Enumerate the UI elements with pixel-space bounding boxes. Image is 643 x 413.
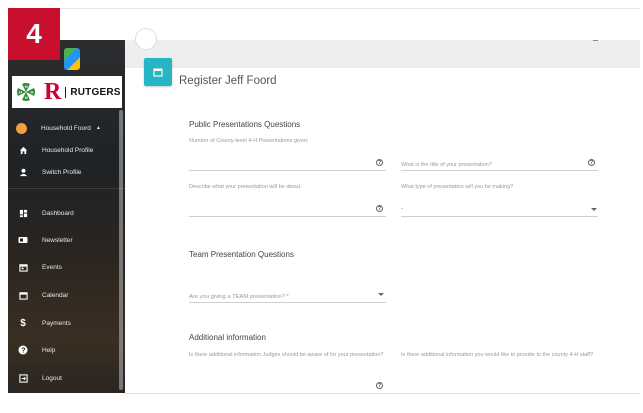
sidebar-item-payments[interactable]: $ Payments xyxy=(8,314,125,332)
sidebar-item-logout[interactable]: Logout xyxy=(8,369,125,387)
clover-icon: HH HH xyxy=(17,83,35,101)
dashboard-icon xyxy=(18,208,28,218)
presentation-title-field[interactable] xyxy=(401,170,598,171)
app-icon xyxy=(64,48,80,70)
sidebar: HH HH R RUTGERS Household Foord ▲ Househ… xyxy=(8,40,125,393)
events-icon xyxy=(18,262,28,272)
svg-text:?: ? xyxy=(21,348,25,355)
top-bar xyxy=(125,40,640,68)
sidebar-user-menu[interactable]: Household Foord ▲ xyxy=(8,119,125,137)
sidebar-item-label: Household Profile xyxy=(42,146,94,154)
chevron-down-icon[interactable] xyxy=(378,293,384,296)
screenshot-frame: HH HH R RUTGERS Household Foord ▲ Househ… xyxy=(0,0,643,413)
svg-text:H: H xyxy=(19,90,22,95)
question-label: What type of presentation will you be ma… xyxy=(401,184,514,190)
sidebar-item-label: Help xyxy=(42,346,56,354)
sidebar-item-label: Dashboard xyxy=(42,209,74,217)
sidebar-item-label: Calendar xyxy=(42,291,69,299)
question-label: Describe what your presentation will be … xyxy=(189,184,302,190)
rutgers-r-logo: R xyxy=(44,78,62,105)
presentation-type-select[interactable] xyxy=(401,216,598,217)
sidebar-item-dashboard[interactable]: Dashboard xyxy=(8,204,125,222)
question-label: Number of County-level 4-H Presentations… xyxy=(189,138,309,144)
top-divider xyxy=(20,8,640,9)
sidebar-item-label: Events xyxy=(42,263,62,271)
team-presentation-select[interactable] xyxy=(189,302,386,303)
presentation-description-field[interactable] xyxy=(189,216,386,217)
help-circle-icon[interactable]: ? xyxy=(588,159,595,166)
home-icon xyxy=(18,145,28,155)
avatar xyxy=(16,122,27,134)
sidebar-divider xyxy=(8,188,125,189)
question-label: Is there additional information you woul… xyxy=(401,352,594,358)
help-circle-icon[interactable]: ? xyxy=(376,382,383,389)
sidebar-item-newsletter[interactable]: Newsletter xyxy=(8,231,125,249)
main-content xyxy=(125,68,640,393)
section-title-additional: Additional information xyxy=(189,333,266,342)
calendar-header-icon xyxy=(144,58,172,86)
help-circle-icon[interactable]: ? xyxy=(376,205,383,212)
bottom-divider xyxy=(125,393,640,394)
svg-text:H: H xyxy=(25,95,28,100)
caret-up-icon: ▲ xyxy=(95,125,101,131)
sidebar-item-household-profile[interactable]: Household Profile xyxy=(8,141,125,159)
logout-icon xyxy=(18,373,28,383)
sidebar-item-calendar[interactable]: Calendar xyxy=(8,286,125,304)
svg-text:H: H xyxy=(25,84,28,89)
section-title-public: Public Presentations Questions xyxy=(189,120,301,129)
sidebar-item-label: Newsletter xyxy=(42,236,73,244)
question-label: Is there additional information Judges s… xyxy=(189,352,384,358)
rutgers-wordmark: RUTGERS xyxy=(65,86,120,98)
sidebar-item-switch-profile[interactable]: Switch Profile xyxy=(8,163,125,181)
question-label: Are you giving a TEAM presentation? * xyxy=(189,294,289,300)
step-badge: 4 xyxy=(8,8,60,60)
section-title-team: Team Presentation Questions xyxy=(189,250,294,259)
sidebar-user-label: Household Foord xyxy=(41,124,91,132)
help-circle-icon[interactable]: ? xyxy=(376,159,383,166)
sidebar-item-label: Logout xyxy=(42,374,62,382)
minimize-icon[interactable] xyxy=(593,40,598,41)
sidebar-item-label: Switch Profile xyxy=(42,168,82,176)
menu-toggle-button[interactable] xyxy=(135,28,157,50)
sidebar-item-events[interactable]: Events xyxy=(8,258,125,276)
question-label: What is the title of your presentation? xyxy=(401,162,492,168)
presentations-count-field[interactable] xyxy=(189,170,386,171)
logo[interactable]: HH HH R RUTGERS xyxy=(12,76,122,108)
dollar-icon: $ xyxy=(20,317,26,329)
page-title: Register Jeff Foord xyxy=(179,75,277,87)
help-icon: ? xyxy=(18,345,28,355)
sidebar-item-label: Payments xyxy=(42,319,71,327)
sidebar-item-help[interactable]: ? Help xyxy=(8,341,125,359)
svg-text:H: H xyxy=(31,90,34,95)
person-icon xyxy=(18,167,28,177)
newsletter-icon xyxy=(18,235,28,245)
chevron-down-icon[interactable] xyxy=(591,208,597,211)
calendar-icon xyxy=(18,290,28,300)
presentation-type-value: - xyxy=(401,206,403,212)
